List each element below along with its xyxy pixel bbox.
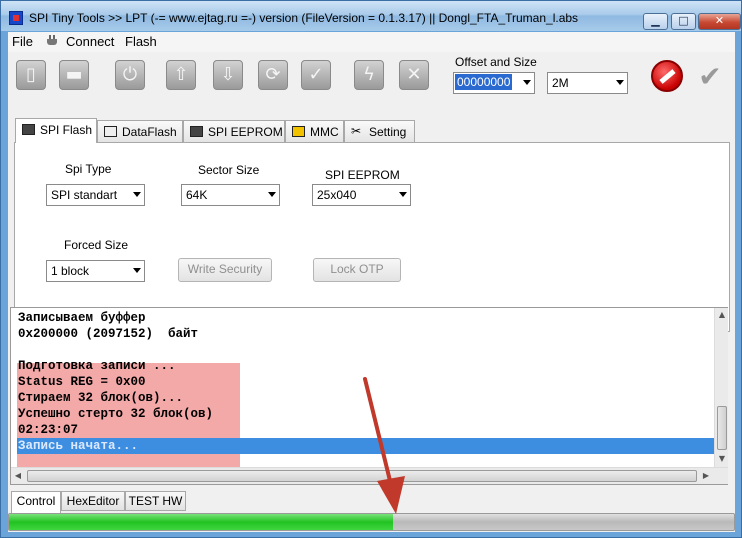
scroll-up-icon[interactable]: ▲ [715, 308, 729, 322]
offset-input[interactable]: 00000000 [453, 72, 535, 94]
menu-bar: File Connect Flash [8, 32, 735, 52]
log-line: Status REG = 0x00 [18, 375, 146, 389]
forced-size-label: Forced Size [64, 238, 129, 252]
chevron-down-icon[interactable] [133, 268, 141, 273]
chip-icon [22, 124, 35, 135]
log-output[interactable]: Записываем буффер 0x200000 (2097152) бай… [10, 307, 728, 485]
log-line: Стираем 32 блок(ов)... [18, 391, 184, 405]
size-value: 2M [552, 76, 569, 90]
offset-value: 00000000 [455, 74, 513, 90]
save-button[interactable]: ▬ [55, 57, 93, 95]
progress-bar [8, 513, 735, 531]
camera-icon [104, 126, 117, 137]
erase-button[interactable]: ✕ [395, 57, 433, 95]
window-title: SPI Tiny Tools >> LPT (-= www.ejtag.ru =… [29, 11, 579, 25]
upload-icon: ⇧ [166, 60, 196, 90]
forced-size-select[interactable]: 1 block [46, 260, 145, 282]
minimize-button[interactable]: ▁ [643, 13, 668, 30]
tab-test-hw[interactable]: TEST HW [125, 491, 186, 511]
spi-eeprom-label: SPI EEPROM [325, 168, 400, 182]
scroll-thumb[interactable] [27, 470, 697, 482]
offset-size-group: Offset and Size 00000000 2M [448, 55, 638, 99]
tab-hexeditor[interactable]: HexEditor [61, 491, 125, 511]
size-select[interactable]: 2M [547, 72, 628, 94]
log-line: Подготовка записи ... [18, 359, 176, 373]
chevron-down-icon[interactable] [268, 192, 276, 197]
vertical-scrollbar[interactable]: ▲ ▼ [714, 308, 728, 467]
horizontal-scrollbar[interactable]: ◀ ▶ [11, 467, 728, 484]
menu-connect[interactable]: Connect [66, 34, 114, 49]
chevron-down-icon[interactable] [399, 192, 407, 197]
tab-setting[interactable]: ✂ Setting [344, 120, 415, 142]
spi-type-select[interactable]: SPI standart [46, 184, 145, 206]
log-line: Записываем буффер [18, 311, 146, 325]
flash-bolt-icon: ϟ [354, 60, 384, 90]
client-area: File Connect Flash ▯ ▬ ⏻ ⇧ ⇩ ⟳ ✓ ϟ ✕ Off… [8, 32, 735, 532]
connect-device-button[interactable]: ⏻ [111, 57, 149, 95]
scroll-left-icon[interactable]: ◀ [11, 468, 25, 484]
tab-label: MMC [310, 125, 339, 139]
scroll-down-icon[interactable]: ▼ [715, 452, 729, 466]
toolbar: ▯ ▬ ⏻ ⇧ ⇩ ⟳ ✓ ϟ ✕ Offset and Size 000000… [8, 52, 735, 100]
tab-label: Setting [369, 125, 407, 139]
tab-control[interactable]: Control [11, 491, 61, 513]
app-icon [9, 11, 23, 25]
log-line-selected: Запись начата... [18, 439, 139, 453]
menu-flash[interactable]: Flash [125, 34, 157, 49]
scroll-right-icon[interactable]: ▶ [699, 468, 713, 484]
plug-icon [47, 35, 57, 48]
refresh-button[interactable]: ⟳ [254, 57, 292, 95]
open-file-icon: ▯ [16, 60, 46, 90]
offset-size-label: Offset and Size [455, 55, 537, 69]
scroll-thumb[interactable] [717, 406, 727, 450]
sector-size-value: 64K [186, 188, 208, 202]
chevron-down-icon[interactable] [133, 192, 141, 197]
tab-spi-flash[interactable]: SPI Flash [15, 118, 97, 143]
confirm-check-icon[interactable]: ✔ [692, 62, 728, 92]
sector-size-select[interactable]: 64K [181, 184, 280, 206]
lock-otp-button[interactable]: Lock OTP [313, 258, 401, 282]
connect-device-icon: ⏻ [115, 60, 145, 90]
spi-eeprom-value: 25x040 [317, 188, 357, 202]
write-security-button[interactable]: Write Security [178, 258, 272, 282]
download-button[interactable]: ⇩ [209, 57, 247, 95]
refresh-icon: ⟳ [258, 60, 288, 90]
log-line: Успешно стерто 32 блок(ов) [18, 407, 214, 421]
menu-file[interactable]: File [12, 34, 33, 49]
tab-label: DataFlash [122, 125, 177, 139]
tab-label: SPI EEPROM [208, 125, 283, 139]
flash-button[interactable]: ϟ [350, 57, 388, 95]
chevron-down-icon[interactable] [616, 80, 624, 85]
verify-button[interactable]: ✓ [297, 57, 335, 95]
tab-mmc[interactable]: MMC [285, 120, 344, 142]
log-line: 0x200000 (2097152) байт [18, 327, 199, 341]
verify-icon: ✓ [301, 60, 331, 90]
forced-size-value: 1 block [51, 264, 90, 278]
save-icon: ▬ [59, 60, 89, 90]
close-button[interactable]: ✕ [698, 13, 741, 30]
tab-spi-eeprom[interactable]: SPI EEPROM [183, 120, 285, 142]
memory-card-icon [292, 126, 305, 137]
app-window: SPI Tiny Tools >> LPT (-= www.ejtag.ru =… [0, 0, 742, 538]
spi-type-label: Spi Type [65, 162, 112, 176]
tab-label: SPI Flash [40, 123, 93, 137]
log-line: 02:23:07 [18, 423, 79, 437]
erase-icon: ✕ [399, 60, 429, 90]
open-file-button[interactable]: ▯ [12, 57, 50, 95]
sector-size-label: Sector Size [198, 163, 260, 177]
upload-button[interactable]: ⇧ [162, 57, 200, 95]
download-icon: ⇩ [213, 60, 243, 90]
spi-type-value: SPI standart [51, 188, 118, 202]
progress-fill [9, 514, 394, 530]
maximize-button[interactable]: □ [671, 13, 696, 30]
tab-dataflash[interactable]: DataFlash [97, 120, 183, 142]
tools-icon: ✂ [351, 124, 362, 138]
tab-panel: SPI Flash DataFlash SPI EEPROM MMC ✂ Set… [10, 110, 733, 335]
spi-eeprom-select[interactable]: 25x040 [312, 184, 411, 206]
chip-icon [190, 126, 203, 137]
chevron-down-icon[interactable] [523, 80, 531, 85]
spi-flash-page: Spi Type SPI standart Sector Size 64K SP… [14, 142, 730, 332]
stop-button[interactable] [651, 60, 683, 92]
title-bar[interactable]: SPI Tiny Tools >> LPT (-= www.ejtag.ru =… [1, 1, 741, 31]
